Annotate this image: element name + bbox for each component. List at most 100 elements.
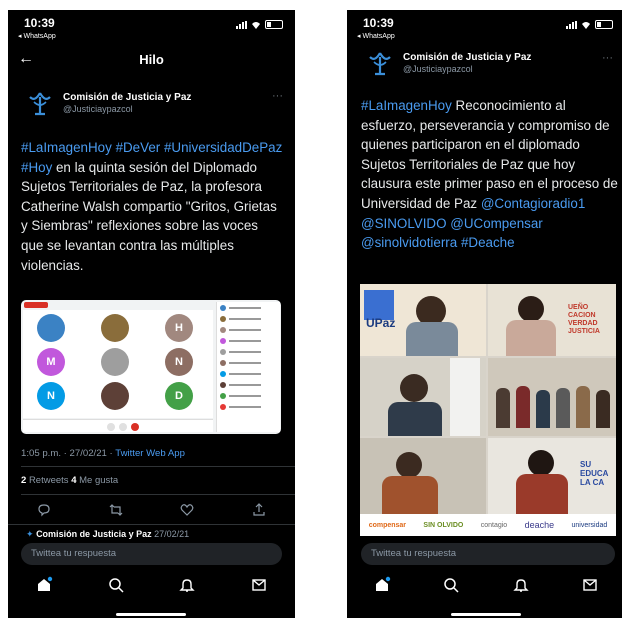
author-avatar[interactable]: [25, 88, 55, 118]
battery-icon: [265, 20, 283, 29]
participant-row: [217, 335, 280, 346]
messages-icon[interactable]: [581, 576, 599, 594]
status-bar: 10:39 ◂ WhatsApp: [8, 10, 295, 40]
home-icon[interactable]: [35, 576, 53, 594]
reply-icon[interactable]: [36, 502, 52, 518]
mention-sinolvidotierra[interactable]: @sinolvidotierra: [361, 235, 457, 250]
upaz-logo-text: UPaz: [366, 316, 396, 330]
tweet-author[interactable]: Comisión de Justicia y Paz @Justiciaypaz…: [25, 88, 191, 118]
divider: [8, 524, 295, 525]
participant-tile: H: [165, 314, 193, 342]
recording-badge: [24, 302, 48, 308]
mention-ucompensar[interactable]: @UCompensar: [450, 216, 542, 231]
likes-count[interactable]: 4: [71, 475, 76, 486]
hashtag-laimagenhoy[interactable]: #LaImagenHoy: [21, 140, 112, 155]
participant-tile: [101, 348, 129, 376]
thread-header: ← Hilo: [8, 48, 295, 76]
tweet-text: #LaImagenHoy #DeVer #UniversidadDePaz #H…: [21, 138, 283, 275]
home-icon[interactable]: [373, 576, 391, 594]
participant-row: [217, 390, 280, 401]
signal-icon: [236, 20, 247, 29]
back-to-whatsapp[interactable]: ◂ WhatsApp: [18, 32, 56, 40]
reply-input[interactable]: Twittea tu respuesta: [21, 543, 282, 565]
system-icons: [236, 20, 283, 29]
search-icon[interactable]: [442, 576, 460, 594]
participant-row: [217, 346, 280, 357]
meeting-controls: [23, 419, 213, 432]
like-icon[interactable]: [179, 502, 195, 518]
hashtag-hoy[interactable]: #Hoy: [21, 160, 52, 175]
next-tweet-preview[interactable]: ✦ Comisión de Justicia y Paz 27/02/21: [26, 529, 189, 540]
photo-group: [488, 358, 616, 436]
mention-contagioradio1[interactable]: @Contagioradio1: [481, 196, 585, 211]
tweet-image-meeting[interactable]: HMNND: [21, 300, 281, 434]
divider: [21, 494, 295, 495]
sponsor-logo-sinolvido: SIN OLVIDO: [423, 521, 464, 529]
meta-separator-2: ·: [106, 448, 116, 459]
sponsor-logos: compensar SIN OLVIDO contagio deache uni…: [360, 514, 616, 536]
tweet-body: Reconocimiento al esfuerzo, perseveranci…: [361, 98, 618, 211]
photo-woman-masked: UEÑO CACION VERDAD JUSTICIA: [488, 284, 616, 356]
sponsor-logo-contagio: contagio: [480, 521, 508, 529]
event-banner-text-2: SU EDUCA LA CA: [580, 460, 609, 487]
right-phone-screen: 10:39 ◂ WhatsApp Comisión de Justicia y …: [347, 10, 622, 618]
participant-tile: D: [165, 382, 193, 410]
photo-man-masked: [360, 358, 486, 436]
system-icons: [566, 20, 613, 29]
share-icon[interactable]: [251, 502, 267, 518]
participant-row: [217, 401, 280, 412]
status-time: 10:39: [363, 16, 394, 30]
retweets-label[interactable]: Retweets: [29, 475, 69, 486]
retweets-count[interactable]: 2: [21, 475, 26, 486]
author-handle: @Justiciaypazcol: [63, 104, 133, 114]
author-avatar[interactable]: [365, 48, 395, 78]
messages-icon[interactable]: [250, 576, 268, 594]
hashtag-laimagenhoy[interactable]: #LaImagenHoy: [361, 98, 452, 113]
tweet-author[interactable]: Comisión de Justicia y Paz @Justiciaypaz…: [365, 48, 531, 78]
bottom-tab-bar: [8, 576, 295, 594]
sponsor-logo-deache: deache: [524, 520, 555, 530]
meta-separator: ·: [61, 448, 70, 459]
hashtag-dever[interactable]: #DeVer: [116, 140, 161, 155]
back-to-whatsapp[interactable]: ◂ WhatsApp: [357, 32, 395, 40]
participant-tile: [37, 314, 65, 342]
photo-woman-speaking: UPaz: [360, 284, 486, 356]
video-call-grid: HMNND: [23, 310, 213, 418]
signal-icon: [566, 20, 577, 29]
more-options-button[interactable]: ···: [272, 90, 283, 102]
tweet-meta: 1:05 p.m. · 27/02/21 · Twitter Web App: [21, 448, 185, 459]
participant-row: [217, 313, 280, 324]
participants-panel: [216, 302, 280, 432]
hashtag-deache[interactable]: #Deache: [461, 235, 515, 250]
participant-tile: [101, 382, 129, 410]
next-tweet-date: 27/02/21: [154, 529, 190, 539]
notifications-icon[interactable]: [178, 576, 196, 594]
left-phone-screen: 10:39 ◂ WhatsApp ← Hilo Comisión de Just…: [8, 10, 295, 618]
reply-input[interactable]: Twittea tu respuesta: [361, 543, 615, 565]
photo-woman-microphone: SU EDUCA LA CA: [488, 438, 616, 514]
battery-icon: [595, 20, 613, 29]
participant-row: [217, 379, 280, 390]
photo-man-microphone: [360, 438, 486, 514]
tweet-stats: 2 Retweets 4 Me gusta: [21, 475, 118, 486]
author-name: Comisión de Justicia y Paz: [63, 92, 192, 103]
tweet-text: #LaImagenHoy Reconocimiento al esfuerzo,…: [361, 96, 622, 253]
search-icon[interactable]: [107, 576, 125, 594]
participant-tile: M: [37, 348, 65, 376]
retweet-icon[interactable]: [108, 502, 124, 518]
status-bar: 10:39 ◂ WhatsApp: [347, 10, 622, 40]
next-tweet-author: Comisión de Justicia y Paz: [36, 529, 152, 539]
tweet-actions: [8, 502, 295, 518]
participant-tile: N: [37, 382, 65, 410]
hashtag-universidaddepaz[interactable]: #UniversidadDePaz: [164, 140, 282, 155]
tweet-image-collage[interactable]: UPaz UEÑO CACION VERDAD JUSTICIA SU EDUC…: [360, 284, 616, 536]
tweet-time: 1:05 p.m.: [21, 448, 61, 459]
tweet-source-link[interactable]: Twitter Web App: [115, 448, 185, 459]
participant-tile: [101, 314, 129, 342]
more-options-button[interactable]: ···: [602, 52, 613, 64]
mention-sinolvido[interactable]: @SINOLVIDO: [361, 216, 447, 231]
likes-label[interactable]: Me gusta: [79, 475, 118, 486]
tweet-date: 27/02/21: [69, 448, 107, 459]
notifications-icon[interactable]: [512, 576, 530, 594]
wifi-icon: [252, 21, 260, 29]
